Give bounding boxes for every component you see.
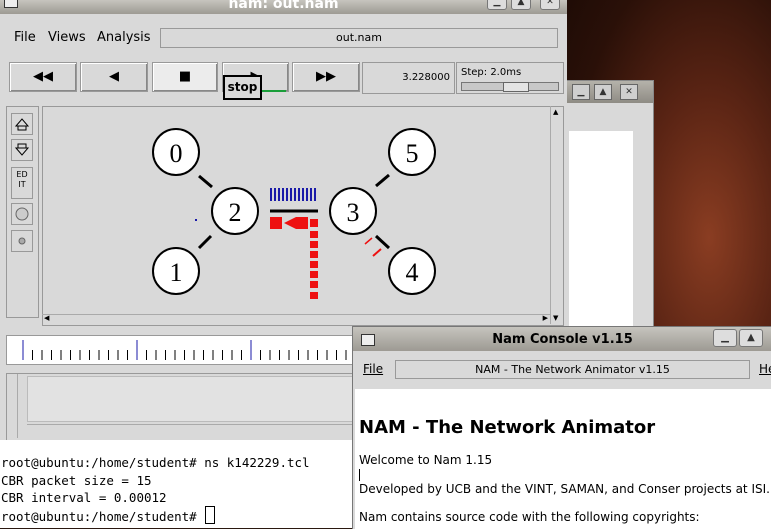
nam-menubar: File Views Analysis out.nam <box>0 27 567 49</box>
timeline-ticks <box>22 340 347 360</box>
stop-button[interactable]: ■ <box>152 62 218 92</box>
nam-titlebar: nam: out.nam ▁ ▲ ✕ <box>0 0 567 14</box>
timeline-slider[interactable] <box>6 335 355 365</box>
maximize-icon[interactable]: ▲ <box>511 0 531 10</box>
menu-file[interactable]: File <box>14 30 36 45</box>
scroll-down-icon[interactable]: ▼ <box>553 314 558 322</box>
minimize-icon[interactable]: ▁ <box>572 84 590 100</box>
nam-title: nam: out.nam <box>228 0 339 12</box>
node-4[interactable]: 4 <box>388 247 436 295</box>
node-label: 4 <box>406 258 419 287</box>
console-menu-help[interactable]: He <box>759 362 771 376</box>
node-1[interactable]: 1 <box>152 247 200 295</box>
zoom-in-icon[interactable] <box>11 113 33 135</box>
console-welcome: Welcome to Nam 1.15 <box>359 453 493 467</box>
background-window-content <box>569 131 633 327</box>
sim-time-value: 3.228000 <box>402 72 450 83</box>
console-credits: Developed by UCB and the VINT, SAMAN, an… <box>359 482 770 496</box>
stop-tooltip: stop <box>223 75 262 100</box>
console-header: NAM - The Network Animator v1.15 <box>395 360 750 379</box>
node-3[interactable]: 3 <box>329 187 377 235</box>
node-label: 0 <box>170 139 183 168</box>
annotation-hscrollbar[interactable] <box>27 424 352 435</box>
menu-views[interactable]: Views <box>48 30 86 45</box>
step-back-button[interactable]: ◀ <box>80 62 148 92</box>
console-copyright: Nam contains source code with the follow… <box>359 510 700 524</box>
node-label: 2 <box>229 198 242 227</box>
terminal-cursor <box>205 506 216 524</box>
radio-option-icon[interactable] <box>11 203 33 225</box>
blue-packet <box>195 219 197 221</box>
minimize-icon[interactable]: ▁ <box>713 329 737 347</box>
fast-forward-button[interactable]: ▶▶ <box>292 62 360 92</box>
horizontal-scrollbar[interactable]: ◀ ▶ <box>42 314 550 325</box>
network-canvas[interactable]: 0 1 2 3 4 5 <box>45 109 547 313</box>
file-name-display: out.nam <box>160 28 558 48</box>
red-packet-queue <box>270 217 318 299</box>
node-0[interactable]: 0 <box>152 128 200 176</box>
node-5[interactable]: 5 <box>388 128 436 176</box>
maximize-icon[interactable]: ▲ <box>594 84 612 100</box>
text-cursor <box>359 469 360 481</box>
close-icon[interactable]: ✕ <box>620 84 638 100</box>
terminal-prompt: root@ubuntu:/home/student# <box>1 509 205 524</box>
node-label: 3 <box>347 198 360 227</box>
terminal-line: CBR interval = 0.00012 <box>1 490 167 505</box>
annotation-panel <box>6 373 355 441</box>
step-control: Step: 2.0ms <box>456 62 564 94</box>
console-heading: NAM - The Network Animator <box>359 417 656 438</box>
node-label: 1 <box>170 258 183 287</box>
nam-console-window: Nam Console v1.15 ▁ ▲ File NAM - The Net… <box>352 326 771 529</box>
vertical-scrollbar[interactable]: ▲ ▼ <box>550 106 563 324</box>
step-slider-thumb[interactable] <box>503 82 529 92</box>
drop-packet <box>364 237 373 245</box>
node-label: 5 <box>406 139 419 168</box>
scroll-up-icon[interactable]: ▲ <box>553 108 558 116</box>
terminal[interactable]: root@ubuntu:/home/student# ns k142229.tc… <box>0 440 352 528</box>
zoom-out-icon[interactable] <box>11 139 33 161</box>
blue-packet-queue <box>270 188 316 201</box>
menu-analysis[interactable]: Analysis <box>97 30 151 45</box>
console-text-area[interactable]: NAM - The Network Animator Welcome to Na… <box>355 389 771 529</box>
edit-tool-button[interactable]: ED IT <box>11 167 33 199</box>
node-2[interactable]: 2 <box>211 187 259 235</box>
minimize-icon[interactable]: ▁ <box>487 0 507 10</box>
scroll-left-icon[interactable]: ◀ <box>44 314 49 322</box>
drop-packet <box>372 248 382 257</box>
annotation-scrollbar[interactable] <box>7 374 18 438</box>
background-window-titlebar: ▁ ▲ ✕ <box>567 81 653 103</box>
rewind-button[interactable]: ◀◀ <box>9 62 77 92</box>
console-titlebar: Nam Console v1.15 ▁ ▲ <box>353 327 771 351</box>
annotation-list[interactable] <box>27 376 354 422</box>
scroll-right-icon[interactable]: ▶ <box>543 314 548 322</box>
console-menu-file[interactable]: File <box>363 362 383 376</box>
terminal-line: root@ubuntu:/home/student# ns k142229.tc… <box>1 455 310 470</box>
radio-option-icon[interactable] <box>11 230 33 252</box>
background-window: ▁ ▲ ✕ <box>566 80 654 332</box>
terminal-line: CBR packet size = 15 <box>1 473 152 488</box>
sim-time-display: 3.228000 <box>362 62 455 94</box>
console-title: Nam Console v1.15 <box>492 332 633 347</box>
maximize-icon[interactable]: ▲ <box>739 329 763 347</box>
close-icon[interactable]: ✕ <box>540 0 560 10</box>
play-progress-indicator <box>258 90 286 92</box>
step-label: Step: 2.0ms <box>461 67 522 78</box>
